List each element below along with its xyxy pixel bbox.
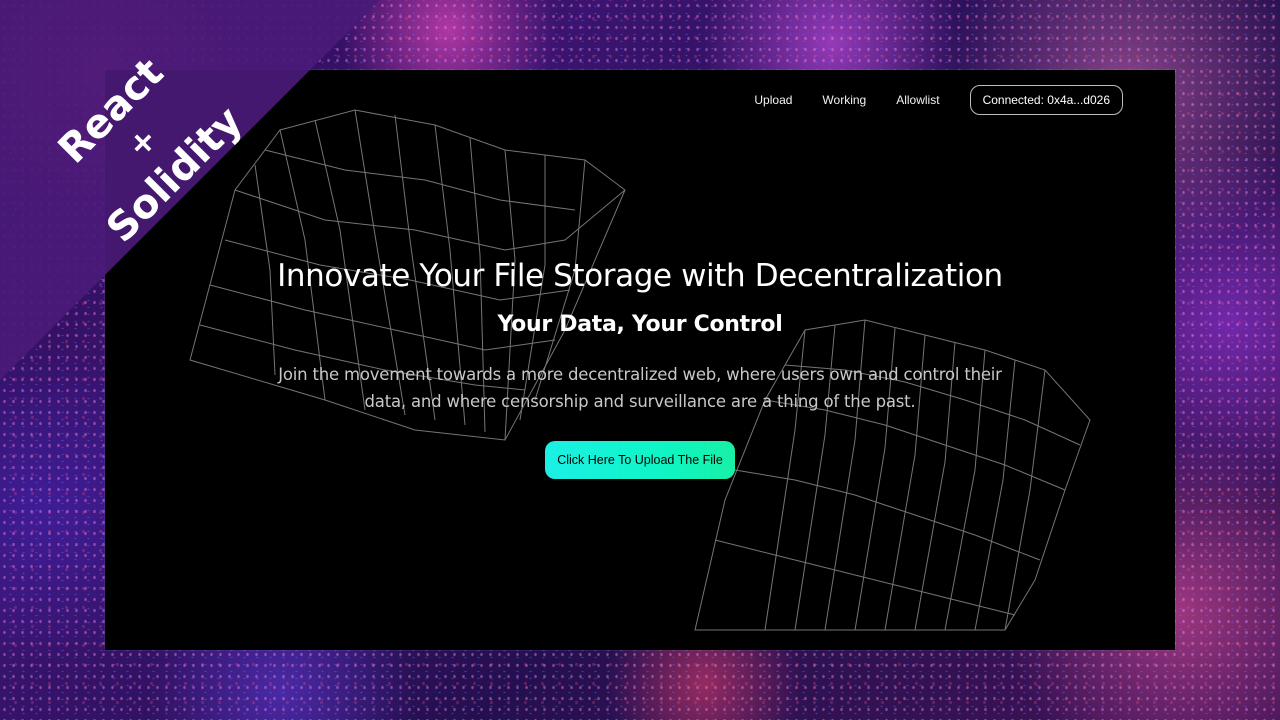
nav-link-allowlist[interactable]: Allowlist	[896, 93, 939, 107]
hero-section: Innovate Your File Storage with Decentra…	[105, 258, 1175, 479]
hero-description: Join the movement towards a more decentr…	[278, 365, 1002, 411]
nav-link-upload[interactable]: Upload	[754, 93, 792, 107]
top-navigation: Upload Working Allowlist Connected: 0x4a…	[754, 85, 1123, 115]
hero-subtitle: Your Data, Your Control	[497, 312, 783, 337]
upload-file-button[interactable]: Click Here To Upload The File	[545, 441, 735, 479]
nav-link-working[interactable]: Working	[822, 93, 866, 107]
wallet-connected-button[interactable]: Connected: 0x4a...d026	[969, 85, 1123, 115]
app-window: Upload Working Allowlist Connected: 0x4a…	[105, 70, 1175, 650]
hero-title: Innovate Your File Storage with Decentra…	[277, 258, 1003, 294]
